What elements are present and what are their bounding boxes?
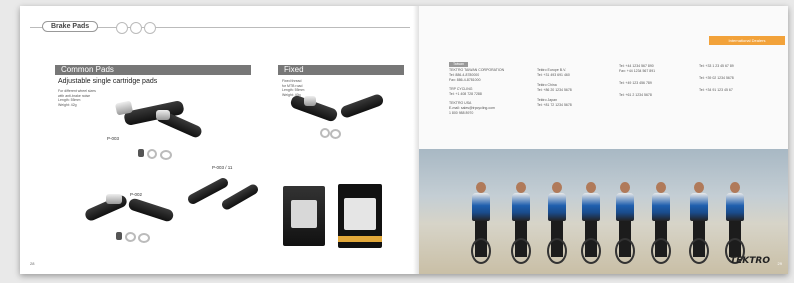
dealer-column-4: Tel: +33 1 23 45 67 89 Tel: +39 02 1234 … bbox=[699, 64, 734, 93]
dealer-entry: Tel: +61 2 1234 5678 bbox=[619, 93, 655, 98]
dealer-line: Tel: +44 1234 567 890 bbox=[619, 64, 654, 68]
dealer-region-label: Taiwan bbox=[449, 62, 468, 67]
team-photo: TEKTRO bbox=[419, 149, 788, 274]
model-label-3: P-003 / 11 bbox=[212, 165, 233, 170]
right-page: International Dealers Taiwan TEKTRO TAIW… bbox=[419, 6, 788, 274]
common-pads-heading: Common Pads bbox=[55, 65, 251, 75]
dealer-line: TEKTRO USA bbox=[449, 101, 472, 105]
dealer-entry: Tel: +49 123 456 789 bbox=[619, 81, 655, 86]
dealers-banner: International Dealers bbox=[709, 36, 785, 45]
dealer-entry: Tel: +33 1 23 45 67 89 bbox=[699, 64, 734, 69]
dealer-line: 1 800 988 8970 bbox=[449, 111, 474, 115]
dealer-line: Tel: +31 493 691 460 bbox=[537, 73, 570, 77]
common-pads-spec: For different wheel sizes with anti-brak… bbox=[58, 89, 96, 107]
dealer-line: Tel: +86 20 1234 5678 bbox=[537, 88, 572, 92]
dealer-entry: TEKTRO USA E-mail: sales@trpcycling.com … bbox=[449, 101, 504, 116]
dealer-entry: Taiwan TEKTRO TAIWAN CORPORATION Tel: 88… bbox=[449, 62, 504, 83]
rider-figure bbox=[725, 182, 745, 264]
rider-figure bbox=[615, 182, 635, 264]
rider-figure bbox=[471, 182, 491, 264]
dealer-line: TEKTRO TAIWAN CORPORATION bbox=[449, 68, 505, 72]
dealer-line: TRP CYCLING bbox=[449, 87, 473, 91]
left-page: Brake Pads Common Pads Adjustable single… bbox=[20, 6, 419, 274]
retail-package-black bbox=[283, 186, 325, 246]
dealer-entry: Tel: +34 91 123 45 67 bbox=[699, 88, 734, 93]
dealer-line: Fax: 886-4-8781000 bbox=[449, 78, 481, 82]
fixed-pads-heading: Fixed bbox=[278, 65, 404, 75]
dealer-entry: Tel: +39 02 1234 5678 bbox=[699, 76, 734, 81]
dealer-line: Fax: +44 1234 567 891 bbox=[619, 69, 656, 73]
rider-figure bbox=[651, 182, 671, 264]
rider-figure bbox=[581, 182, 601, 264]
dealer-line: Tektro China bbox=[537, 83, 557, 87]
dealer-entry: Tektro Japan Tel: +81 72 1234 5678 bbox=[537, 98, 572, 108]
dealer-line: Tektro Europe B.V. bbox=[537, 68, 567, 72]
dealer-line: Tektro Japan bbox=[537, 98, 558, 102]
decorative-circles bbox=[116, 22, 156, 34]
dealer-line: Tel: +1 408 728 7288 bbox=[449, 92, 482, 96]
dealer-line: Tel: +61 2 1234 5678 bbox=[619, 93, 652, 97]
dealer-line: E-mail: sales@trpcycling.com bbox=[449, 106, 495, 110]
dealer-entry: Tektro China Tel: +86 20 1234 5678 bbox=[537, 83, 572, 93]
dealer-entry: Tel: +44 1234 567 890 Fax: +44 1234 567 … bbox=[619, 64, 655, 74]
dealer-line: Tel: +34 91 123 45 67 bbox=[699, 88, 733, 92]
page-number-right: 29 bbox=[777, 261, 782, 266]
retail-package-orange bbox=[338, 184, 382, 248]
dealer-column-3: Tel: +44 1234 567 890 Fax: +44 1234 567 … bbox=[619, 64, 655, 98]
catalog-spread: Brake Pads Common Pads Adjustable single… bbox=[20, 6, 788, 274]
dealer-column-2: Tektro Europe B.V. Tel: +31 493 691 460 … bbox=[537, 68, 572, 108]
dealer-line: Tel: +33 1 23 45 67 89 bbox=[699, 64, 734, 68]
dealer-column-1: Taiwan TEKTRO TAIWAN CORPORATION Tel: 88… bbox=[449, 62, 504, 116]
page-number-left: 28 bbox=[30, 261, 35, 266]
dealer-line: Tel: +39 02 1234 5678 bbox=[699, 76, 734, 80]
dealer-line: Tel: 886-4-8780000 bbox=[449, 73, 480, 77]
dealer-entry: TRP CYCLING Tel: +1 408 728 7288 bbox=[449, 87, 504, 97]
model-label-1: P-003 bbox=[107, 136, 120, 141]
dealer-entry: Tektro Europe B.V. Tel: +31 493 691 460 bbox=[537, 68, 572, 78]
common-pads-subtitle: Adjustable single cartridge pads bbox=[58, 78, 158, 85]
rider-figure bbox=[547, 182, 567, 264]
section-tag: Brake Pads bbox=[42, 21, 99, 32]
dealer-line: Tel: +81 72 1234 5678 bbox=[537, 103, 572, 107]
tektro-logo: TEKTRO bbox=[730, 256, 770, 266]
rider-figure bbox=[689, 182, 709, 264]
dealer-line: Tel: +49 123 456 789 bbox=[619, 81, 652, 85]
fixed-pads-spec: Fixed thread for MTB road Length: 55mm W… bbox=[282, 79, 305, 97]
rider-figure bbox=[511, 182, 531, 264]
model-label-2: P-002 bbox=[130, 192, 143, 197]
